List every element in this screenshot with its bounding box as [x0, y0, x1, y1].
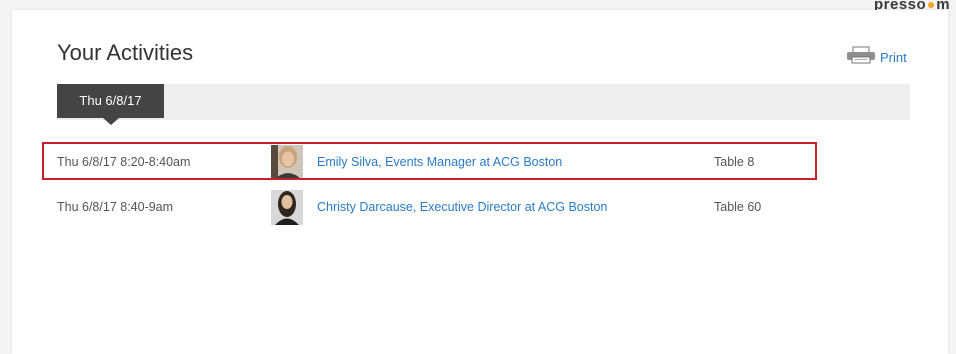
active-tab-caret-icon — [103, 118, 119, 125]
date-tab-bar: Thu 6/8/17 — [57, 84, 910, 125]
print-button[interactable]: Print — [846, 46, 907, 69]
avatar — [271, 190, 303, 225]
activity-table: Table 60 — [714, 200, 762, 214]
page-title: Your Activities — [57, 40, 194, 65]
app-stage: presso m Your Activities Print Thu 6/8/17… — [0, 0, 956, 354]
printer-icon — [846, 46, 876, 69]
activity-person-link[interactable]: Christy Darcause, Executive Director at … — [317, 200, 607, 214]
activity-time: Thu 6/8/17 8:40-9am — [57, 200, 174, 214]
activity-row: Thu 6/8/17 8:40-9am Christy Darcause, Ex… — [57, 190, 910, 226]
brand-logo-dot — [928, 2, 935, 9]
print-label: Print — [880, 49, 907, 65]
tab-thu-6-8-17[interactable]: Thu 6/8/17 — [57, 84, 164, 118]
highlight-annotation — [42, 142, 817, 180]
